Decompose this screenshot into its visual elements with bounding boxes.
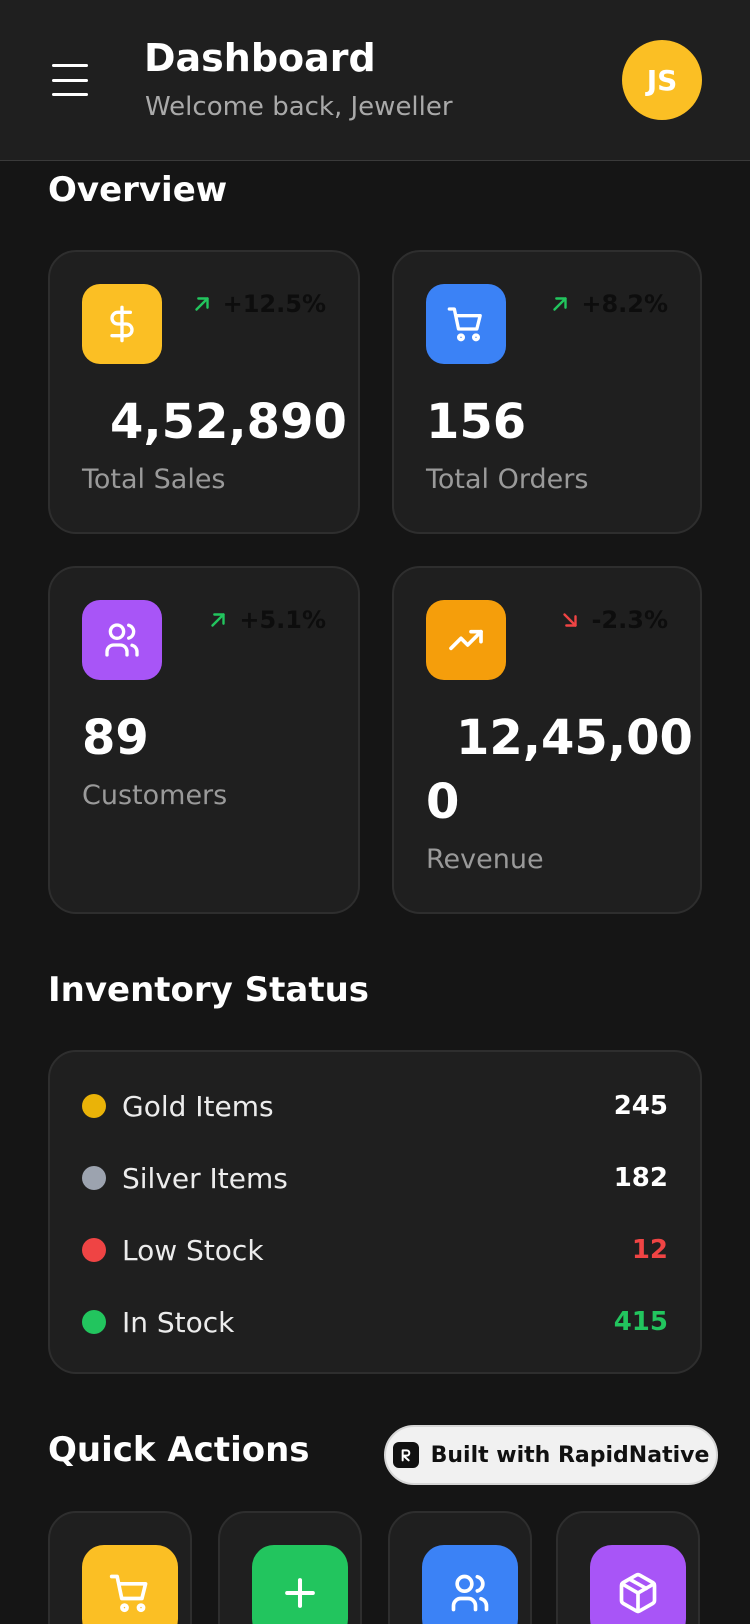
inventory-value: 12 xyxy=(631,1235,668,1265)
users-icon xyxy=(82,600,162,680)
menu-bar xyxy=(52,78,88,82)
menu-button[interactable] xyxy=(52,64,92,96)
quick-action-customers[interactable] xyxy=(388,1511,532,1624)
arrow-down-right-icon xyxy=(563,613,578,627)
quick-action-new-order[interactable] xyxy=(48,1511,192,1624)
stat-value: 156 xyxy=(426,394,527,450)
arrow-up-right-icon xyxy=(553,297,568,311)
arrow-up-right-icon xyxy=(194,297,209,311)
stat-value-line2: 0 xyxy=(426,774,460,830)
stat-value-line1: 12,45,00 xyxy=(456,710,693,766)
silver-dot-icon xyxy=(82,1166,106,1190)
stat-card-total-sales[interactable]: +12.5% 4,52,890 Total Sales xyxy=(48,250,360,534)
inventory-label: Gold Items xyxy=(122,1089,274,1123)
trend-value: -2.3% xyxy=(591,606,668,634)
trend-indicator: +12.5% xyxy=(191,290,326,318)
stat-card-total-orders[interactable]: +8.2% 156 Total Orders xyxy=(392,250,702,534)
stat-label: Customers xyxy=(82,780,228,811)
cart-icon xyxy=(426,284,506,364)
quick-actions-title: Quick Actions xyxy=(48,1430,310,1470)
overview-title: Overview xyxy=(48,170,228,210)
list-item[interactable]: Gold Items 245 xyxy=(82,1086,668,1126)
inventory-label: In Stock xyxy=(122,1305,235,1339)
trend-indicator: +5.1% xyxy=(207,606,326,634)
trend-value: +8.2% xyxy=(581,290,668,318)
stat-label: Total Sales xyxy=(82,464,226,495)
page-title: Dashboard xyxy=(144,36,376,80)
trending-up-icon xyxy=(426,600,506,680)
inventory-value: 415 xyxy=(613,1307,668,1337)
list-item[interactable]: In Stock 415 xyxy=(82,1302,668,1342)
users-icon xyxy=(422,1545,518,1624)
cart-icon xyxy=(82,1545,178,1624)
dollar-icon xyxy=(82,284,162,364)
package-icon xyxy=(590,1545,686,1624)
inventory-value: 245 xyxy=(613,1091,668,1121)
trend-indicator: +8.2% xyxy=(549,290,668,318)
badge-label: Built with RapidNative xyxy=(430,1442,710,1468)
plus-icon xyxy=(252,1545,348,1624)
gold-dot-icon xyxy=(82,1094,106,1118)
page-subtitle: Welcome back, Jeweller xyxy=(145,92,453,122)
in-stock-dot-icon xyxy=(82,1310,106,1334)
stat-value: 89 xyxy=(82,710,149,766)
stat-card-revenue[interactable]: -2.3% 12,45,00 0 Revenue xyxy=(392,566,702,914)
trend-value: +5.1% xyxy=(239,606,326,634)
built-with-badge[interactable]: Built with RapidNative xyxy=(384,1425,718,1485)
low-stock-dot-icon xyxy=(82,1238,106,1262)
quick-action-add[interactable] xyxy=(218,1511,362,1624)
list-item[interactable]: Silver Items 182 xyxy=(82,1158,668,1198)
trend-indicator: -2.3% xyxy=(559,606,668,634)
list-item[interactable]: Low Stock 12 xyxy=(82,1230,668,1270)
arrow-up-right-icon xyxy=(211,613,226,627)
stat-label: Revenue xyxy=(426,844,544,875)
stat-value: 4,52,890 xyxy=(110,394,347,450)
rapidnative-logo-icon xyxy=(392,1442,419,1468)
menu-bar xyxy=(52,64,88,67)
stat-card-customers[interactable]: +5.1% 89 Customers xyxy=(48,566,360,914)
inventory-title: Inventory Status xyxy=(48,970,370,1010)
inventory-card: Gold Items 245 Silver Items 182 Low Stoc… xyxy=(48,1050,702,1374)
menu-bar xyxy=(52,93,88,96)
trend-value: +12.5% xyxy=(222,290,326,318)
inventory-label: Silver Items xyxy=(122,1161,288,1195)
app-header: Dashboard Welcome back, Jeweller JS xyxy=(0,0,750,161)
inventory-value: 182 xyxy=(613,1163,668,1193)
avatar[interactable]: JS xyxy=(622,40,702,120)
stat-label: Total Orders xyxy=(426,464,589,495)
quick-action-inventory[interactable] xyxy=(556,1511,700,1624)
inventory-label: Low Stock xyxy=(122,1233,264,1267)
